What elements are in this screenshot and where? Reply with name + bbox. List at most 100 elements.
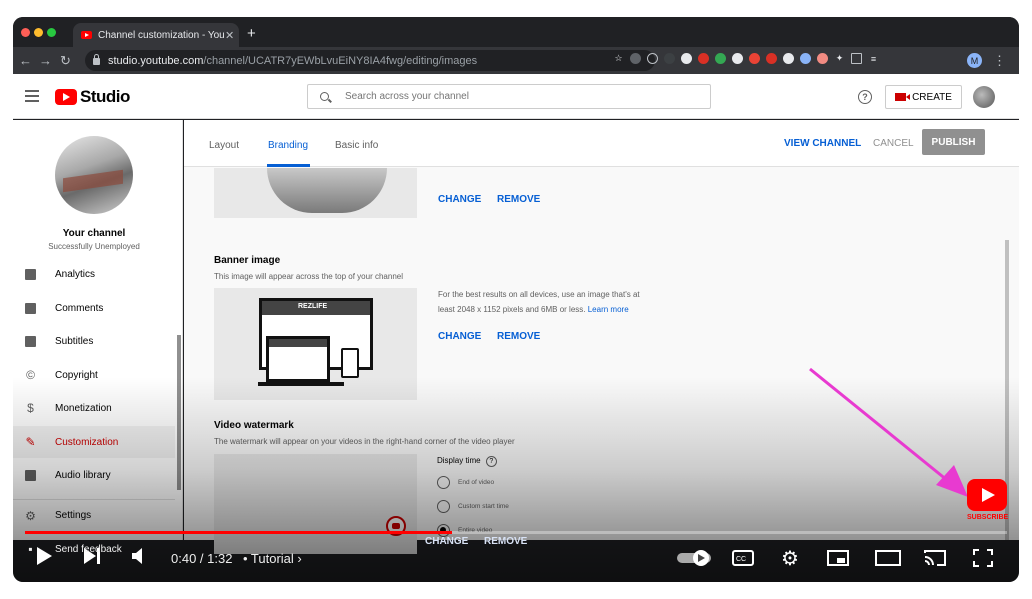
studio-logo-text: Studio: [80, 87, 130, 106]
minimize-window-icon[interactable]: [34, 28, 43, 37]
view-channel-button[interactable]: VIEW CHANNEL: [784, 138, 861, 149]
banner-section-description: This image will appear across the top of…: [214, 272, 403, 281]
tab-branding[interactable]: Branding: [268, 140, 308, 151]
radio-end-of-video[interactable]: End of video: [437, 476, 494, 489]
extension-icon[interactable]: [732, 53, 743, 64]
sidebar-item-settings[interactable]: ⚙ Settings: [13, 499, 175, 531]
extension-icon[interactable]: [783, 53, 794, 64]
profile-picture-image: [267, 168, 387, 213]
sidebar-item-send-feedback[interactable]: ▪ Send feedback: [13, 533, 175, 565]
pocket-icon[interactable]: [647, 53, 658, 64]
extension-icon[interactable]: [681, 53, 692, 64]
theater-mode-icon[interactable]: [875, 550, 901, 566]
learn-more-link[interactable]: Learn more: [588, 305, 629, 314]
chapter-label: • Tutorial: [243, 551, 294, 566]
miniplayer-icon[interactable]: [827, 550, 849, 566]
bookmark-star-icon[interactable]: ☆: [613, 53, 624, 64]
browser-tab[interactable]: Channel customization - YouTu ✕: [73, 23, 239, 47]
studio-header: Studio ? CREATE: [13, 74, 1019, 119]
audio-library-icon: [24, 469, 37, 482]
new-tab-button[interactable]: +: [247, 25, 256, 42]
forward-arrow-icon[interactable]: →: [39, 53, 52, 68]
puzzle-extensions-icon[interactable]: ✦: [834, 53, 845, 64]
cast-icon[interactable]: [851, 53, 862, 64]
active-tab-indicator: [267, 164, 310, 167]
sidebar-scrollbar[interactable]: [177, 335, 181, 490]
chapter-title[interactable]: • Tutorial ›: [243, 551, 302, 566]
studio-logo[interactable]: Studio: [55, 87, 130, 107]
watermark-change-button[interactable]: CHANGE: [425, 536, 468, 547]
channel-title: Your channel: [62, 228, 126, 239]
extension-icon[interactable]: [664, 53, 675, 64]
account-avatar[interactable]: [973, 86, 995, 108]
radio-label: End of video: [458, 479, 495, 486]
banner-help-line1: For the best results on all devices, use…: [438, 290, 640, 299]
extension-icon[interactable]: [817, 53, 828, 64]
help-icon[interactable]: ?: [485, 456, 497, 467]
watermark-remove-button[interactable]: REMOVE: [484, 536, 527, 547]
copyright-icon: ©: [26, 368, 35, 382]
banner-section-title: Banner image: [214, 255, 281, 266]
extension-icon[interactable]: [630, 53, 641, 64]
banner-change-button[interactable]: CHANGE: [438, 331, 481, 342]
tab-basic-info[interactable]: Basic info: [335, 140, 378, 151]
autoplay-toggle[interactable]: [677, 550, 713, 566]
extension-icon[interactable]: [800, 53, 811, 64]
publish-button[interactable]: PUBLISH: [922, 129, 985, 155]
profile-avatar[interactable]: M: [967, 53, 982, 68]
extension-icon[interactable]: [766, 53, 777, 64]
url-bar[interactable]: studio.youtube.com /channel/UCATR7yEWbLv…: [85, 50, 655, 71]
search-box[interactable]: [307, 84, 711, 109]
picture-remove-button[interactable]: REMOVE: [497, 194, 540, 205]
extension-icon[interactable]: [698, 53, 709, 64]
subtitles-icon: [24, 335, 37, 348]
sidebar-item-monetization[interactable]: $ Monetization: [13, 392, 175, 424]
sidebar-item-customization[interactable]: ✎ Customization: [13, 426, 175, 458]
close-tab-icon[interactable]: ✕: [225, 29, 239, 42]
cast-icon[interactable]: [923, 549, 947, 567]
sidebar-item-analytics[interactable]: Analytics: [13, 258, 175, 290]
sidebar-item-label: Settings: [55, 510, 92, 521]
radio-button[interactable]: [437, 500, 450, 513]
hamburger-menu-icon[interactable]: [25, 90, 39, 102]
video-camera-icon: [895, 93, 911, 101]
tab-title: Channel customization - YouTu: [98, 29, 225, 41]
back-arrow-icon[interactable]: ←: [19, 53, 32, 68]
extension-icon[interactable]: [715, 53, 726, 64]
radio-button[interactable]: [437, 476, 450, 489]
help-icon[interactable]: ?: [858, 90, 872, 104]
sidebar-item-comments[interactable]: Comments: [13, 292, 175, 324]
browser-menu-icon[interactable]: ⋮: [993, 53, 1006, 69]
search-icon[interactable]: [320, 92, 329, 101]
banner-remove-button[interactable]: REMOVE: [497, 331, 540, 342]
maximize-window-icon[interactable]: [47, 28, 56, 37]
search-input[interactable]: [345, 91, 685, 102]
sidebar: Your channel Successfully Unemployed Ana…: [13, 120, 183, 540]
fullscreen-icon[interactable]: [973, 549, 993, 567]
address-bar-row: ← → ↻ studio.youtube.com /channel/UCATR7…: [13, 47, 1019, 74]
sidebar-item-label: Copyright: [55, 369, 98, 381]
sidebar-item-label: Customization: [55, 436, 119, 448]
picture-change-button[interactable]: CHANGE: [438, 194, 481, 205]
reading-list-icon[interactable]: ≡: [868, 53, 879, 64]
watermark-section-title: Video watermark: [214, 420, 294, 431]
radio-custom-start-time[interactable]: Custom start time: [437, 500, 509, 513]
sidebar-item-copyright[interactable]: © Copyright: [13, 359, 175, 391]
url-path: /channel/UCATR7yEWbLvuEiNY8IA4fwg/editin…: [203, 54, 478, 67]
create-button[interactable]: CREATE: [885, 85, 962, 109]
close-window-icon[interactable]: [21, 28, 30, 37]
channel-avatar[interactable]: [55, 136, 133, 214]
tab-layout[interactable]: Layout: [209, 140, 239, 151]
captions-icon[interactable]: CC: [732, 550, 754, 566]
cancel-button[interactable]: CANCEL: [873, 138, 914, 149]
laptop-base-illustration: [258, 382, 344, 386]
radio-label: Custom start time: [458, 503, 509, 510]
sidebar-item-subtitles[interactable]: Subtitles: [13, 325, 175, 357]
watermark-section-description: The watermark will appear on your videos…: [214, 437, 515, 446]
sidebar-item-label: Analytics: [55, 268, 96, 280]
extension-icon[interactable]: [749, 53, 760, 64]
subscribe-watermark[interactable]: SUBSCRIBE: [967, 479, 1008, 523]
gear-icon[interactable]: ⚙: [781, 546, 799, 571]
sidebar-item-audio-library[interactable]: Audio library: [13, 459, 175, 491]
reload-icon[interactable]: ↻: [60, 53, 71, 69]
